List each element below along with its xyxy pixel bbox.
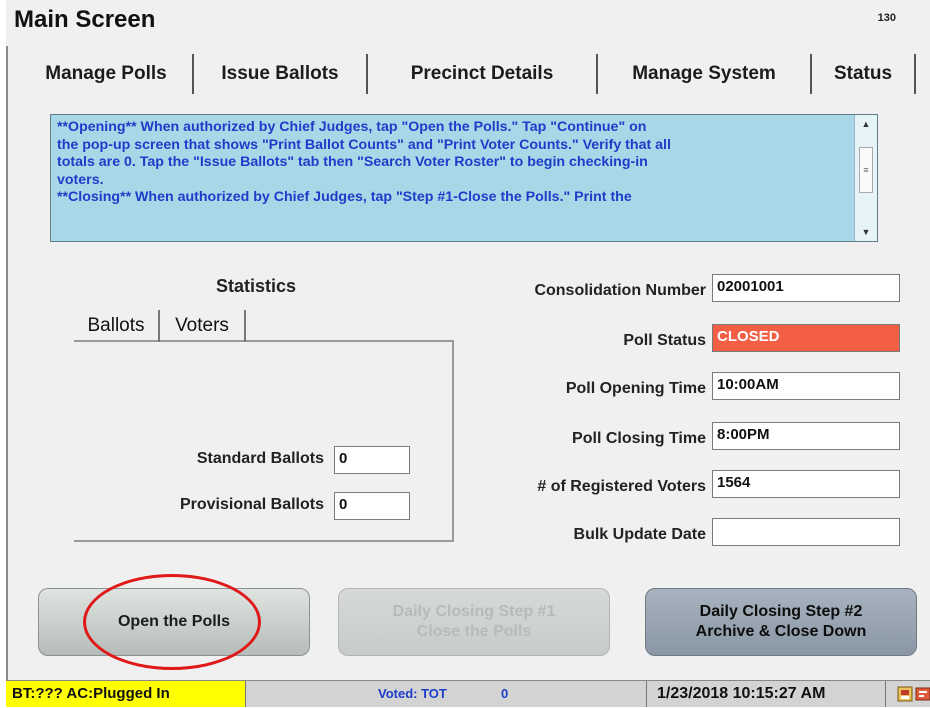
title-bar: Main Screen 130 [6,0,924,46]
stats-tab-voters[interactable]: Voters [160,310,246,342]
poll-opening-time-field: 10:00AM [712,372,900,400]
tab-label: Status [833,63,893,84]
poll-status-field: CLOSED [712,324,900,352]
poll-opening-time-label: Poll Opening Time [565,380,706,397]
tab-manage-polls[interactable]: Manage Polls [20,54,194,94]
statistics-title: Statistics [216,276,297,296]
registered-voters-label: # of Registered Voters [537,478,706,495]
tab-label: Issue Ballots [221,63,339,84]
voted-count: 0 [501,686,509,701]
card-icon[interactable] [915,687,930,701]
tab-issue-ballots[interactable]: Issue Ballots [194,54,368,94]
stats-tab-label: Ballots [87,315,145,336]
tab-precinct-details[interactable]: Precinct Details [368,54,598,94]
archive-close-label-line1: Daily Closing Step #2 [699,603,863,620]
consolidation-number-field: 02001001 [712,274,900,302]
bulk-update-date-label: Bulk Update Date [573,526,706,543]
status-datetime: 1/23/2018 10:15:27 AM [646,681,886,707]
window-title: Main Screen [14,6,156,33]
instruction-line: **Closing** When authorized by Chief Jud… [57,189,632,205]
tab-label: Manage System [632,63,776,84]
printer-icon[interactable] [897,686,913,702]
instructions-box[interactable]: **Opening** When authorized by Chief Jud… [50,114,878,242]
scroll-down-arrow-icon[interactable]: ▼ [855,223,877,241]
scroll-thumb[interactable]: ≡ [859,147,873,193]
poll-closing-time-label: Poll Closing Time [572,430,706,447]
tab-manage-system[interactable]: Manage System [598,54,812,94]
bulk-update-date-field [712,518,900,546]
standard-ballots-label: Standard Ballots [196,450,324,467]
instruction-line: totals are 0. Tap the "Issue Ballots" ta… [57,154,648,170]
close-polls-button[interactable]: Daily Closing Step #1 Close the Polls [338,588,610,656]
standard-ballots-field: 0 [334,446,410,474]
open-polls-label: Open the Polls [117,613,230,630]
tab-status[interactable]: Status [812,54,916,94]
consolidation-number-label: Consolidation Number [534,282,706,299]
instructions-text: **Opening** When authorized by Chief Jud… [57,119,853,207]
instructions-scrollbar[interactable]: ▲ ≡ ▼ [854,115,877,241]
tab-label: Precinct Details [410,63,554,84]
instruction-line: voters. [57,171,104,188]
provisional-ballots-label: Provisional Ballots [179,496,324,513]
instruction-line: the pop-up screen that shows "Print Ball… [57,136,671,153]
archive-close-label-line2: Archive & Close Down [695,623,867,640]
close-polls-label-line2: Close the Polls [416,623,532,640]
archive-close-button[interactable]: Daily Closing Step #2 Archive & Close Do… [645,588,917,656]
poll-closing-time-field: 8:00PM [712,422,900,450]
stats-tab-label: Voters [175,315,229,336]
screen-number: 130 [877,12,896,24]
battery-status: BT:??? AC:Plugged In [6,681,246,707]
close-polls-label-line1: Daily Closing Step #1 [392,603,556,620]
instruction-line: **Opening** When authorized by Chief Jud… [57,119,647,135]
tab-label: Manage Polls [45,63,167,84]
tray-icons [896,685,930,703]
open-polls-button[interactable]: Open the Polls [38,588,310,656]
status-bar: BT:??? AC:Plugged In Voted: TOT 0 1/23/2… [6,680,930,707]
scroll-up-arrow-icon[interactable]: ▲ [855,115,877,133]
stats-tab-ballots[interactable]: Ballots [74,310,160,342]
main-tab-bar: Manage Polls Issue Ballots Precinct Deta… [20,54,924,94]
provisional-ballots-field: 0 [334,492,410,520]
poll-status-label: Poll Status [623,332,706,349]
voted-label: Voted: TOT [378,686,447,701]
registered-voters-field: 1564 [712,470,900,498]
